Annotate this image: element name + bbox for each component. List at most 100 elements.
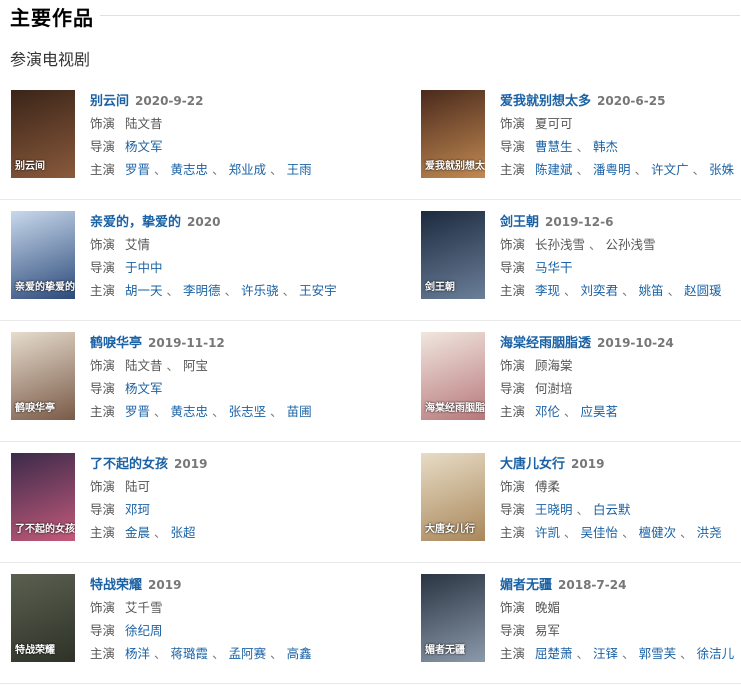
work-title-link[interactable]: 鹤唳华亭 bbox=[90, 336, 142, 351]
person-link[interactable]: 应昊茗 bbox=[581, 404, 619, 419]
work-poster[interactable]: 大唐女儿行 bbox=[421, 453, 485, 541]
name-separator: 、 bbox=[224, 283, 238, 298]
person-link[interactable]: 韩杰 bbox=[593, 139, 618, 154]
person-link[interactable]: 于中中 bbox=[125, 260, 163, 275]
person-link[interactable]: 蒋璐霞 bbox=[171, 646, 209, 661]
field-label: 饰演 bbox=[90, 479, 116, 494]
person-link[interactable]: 杨文军 bbox=[125, 381, 163, 396]
person-link[interactable]: 吴佳怡 bbox=[581, 525, 619, 540]
work-title-link[interactable]: 亲爱的，挚爱的 bbox=[90, 215, 181, 230]
person-link[interactable]: 王安宇 bbox=[299, 283, 337, 298]
work-title-link[interactable]: 特战荣耀 bbox=[90, 578, 142, 593]
person-link[interactable]: 陈建斌 bbox=[535, 162, 573, 177]
work-title-link[interactable]: 媚者无疆 bbox=[500, 578, 552, 593]
role-line: 饰演 晚媚 bbox=[500, 596, 734, 619]
cast-line: 主演 罗晋、黄志忠、张志坚、苗圃 bbox=[90, 400, 312, 423]
person-link[interactable]: 马华干 bbox=[535, 260, 573, 275]
field-label: 主演 bbox=[500, 646, 526, 661]
field-label: 饰演 bbox=[500, 237, 526, 252]
work-title-link[interactable]: 爱我就别想太多 bbox=[500, 94, 591, 109]
person-link[interactable]: 张超 bbox=[171, 525, 196, 540]
work-poster[interactable]: 海棠经雨胭脂透 bbox=[421, 332, 485, 420]
cast-line: 主演 胡一天、李明德、许乐骁、王安宇 bbox=[90, 279, 337, 302]
name-separator: 、 bbox=[622, 283, 635, 298]
person-link[interactable]: 姚笛 bbox=[639, 283, 664, 298]
work-poster[interactable]: 特战荣耀 bbox=[11, 574, 75, 662]
work-title-line: 媚者无疆 2018-7-24 bbox=[500, 573, 734, 596]
person-link[interactable]: 黄志忠 bbox=[171, 162, 209, 177]
director-line: 导演 杨文军 bbox=[90, 377, 312, 400]
person-link[interactable]: 孟阿赛 bbox=[229, 646, 267, 661]
person-link[interactable]: 曹慧生 bbox=[535, 139, 573, 154]
cast-line: 主演 金晨、张超 bbox=[90, 521, 207, 544]
work-poster[interactable]: 鹤唳华亭 bbox=[11, 332, 75, 420]
work-title-line: 剑王朝 2019-12-6 bbox=[500, 210, 722, 233]
person-link[interactable]: 高鑫 bbox=[287, 646, 312, 661]
work-date: 2019-12-6 bbox=[545, 215, 614, 229]
work-item: 亲爱的挚爱的 亲爱的，挚爱的 2020 饰演 艾情 导演 于中中 主演 胡一天、李明德、许乐骁、… bbox=[11, 211, 406, 311]
field-label: 饰演 bbox=[90, 358, 116, 373]
person-link[interactable]: 屈楚萧 bbox=[535, 646, 573, 661]
person-link[interactable]: 刘奕君 bbox=[581, 283, 619, 298]
work-title-link[interactable]: 剑王朝 bbox=[500, 215, 539, 230]
name-separator: 、 bbox=[154, 162, 167, 177]
director-line: 导演 于中中 bbox=[90, 256, 337, 279]
person-link[interactable]: 杨文军 bbox=[125, 139, 163, 154]
person-link[interactable]: 潘粤明 bbox=[593, 162, 631, 177]
person-link[interactable]: 汪铎 bbox=[593, 646, 618, 661]
person-link[interactable]: 胡一天 bbox=[125, 283, 163, 298]
person-link[interactable]: 檀健次 bbox=[639, 525, 677, 540]
work-poster[interactable]: 别云间 bbox=[11, 90, 75, 178]
person-link[interactable]: 杨洋 bbox=[125, 646, 150, 661]
work-title-link[interactable]: 了不起的女孩 bbox=[90, 457, 168, 472]
work-item: 了不起的女孩 了不起的女孩 2019 饰演 陆可 导演 邓珂 主演 金晨、张超 bbox=[11, 453, 406, 553]
person-link[interactable]: 郭雪芙 bbox=[639, 646, 677, 661]
work-poster[interactable]: 爱我就别想太多 bbox=[421, 90, 485, 178]
work-poster[interactable]: 亲爱的挚爱的 bbox=[11, 211, 75, 299]
director-line: 导演 邓珂 bbox=[90, 498, 207, 521]
work-item: 特战荣耀 特战荣耀 2019 饰演 艾千雪 导演 徐纪周 主演 杨洋、蒋璐霞、孟阿赛、高鑫 bbox=[11, 574, 406, 674]
poster-caption: 海棠经雨胭脂透 bbox=[425, 403, 485, 414]
person-link[interactable]: 罗晋 bbox=[125, 162, 150, 177]
work-item: 剑王朝 剑王朝 2019-12-6 饰演 长孙浅雪、公孙浅雪 导演 马华干 主演 李现、刘奕君、… bbox=[421, 211, 741, 311]
name-separator: 、 bbox=[622, 646, 635, 661]
person-link[interactable]: 黄志忠 bbox=[171, 404, 209, 419]
person-link[interactable]: 徐纪周 bbox=[125, 623, 163, 638]
work-title-link[interactable]: 别云间 bbox=[90, 94, 129, 109]
person-link[interactable]: 罗晋 bbox=[125, 404, 150, 419]
person-link[interactable]: 许文广 bbox=[651, 162, 689, 177]
section-header: 主要作品 bbox=[0, 0, 741, 30]
person-link[interactable]: 洪尧 bbox=[697, 525, 722, 540]
poster-caption: 媚者无疆 bbox=[425, 645, 465, 656]
work-poster[interactable]: 剑王朝 bbox=[421, 211, 485, 299]
person-link[interactable]: 邓珂 bbox=[125, 502, 150, 517]
work-poster[interactable]: 媚者无疆 bbox=[421, 574, 485, 662]
person-link[interactable]: 许凯 bbox=[535, 525, 560, 540]
person-link[interactable]: 王晓明 bbox=[535, 502, 573, 517]
person-link[interactable]: 李现 bbox=[535, 283, 560, 298]
person-link[interactable]: 许乐骁 bbox=[241, 283, 279, 298]
person-link[interactable]: 邓伦 bbox=[535, 404, 560, 419]
work-info: 鹤唳华亭 2019-11-12 饰演 陆文昔、阿宝 导演 杨文军 主演 罗晋、黄志忠、张志坚、… bbox=[90, 332, 312, 423]
work-info: 别云间 2020-9-22 饰演 陆文昔 导演 杨文军 主演 罗晋、黄志忠、郑业成、王雨 bbox=[90, 90, 312, 181]
person-link[interactable]: 张志坚 bbox=[229, 404, 267, 419]
field-label: 导演 bbox=[500, 502, 526, 517]
person-link[interactable]: 赵圆瑗 bbox=[684, 283, 722, 298]
section-title: 主要作品 bbox=[10, 6, 94, 30]
work-title-link[interactable]: 大唐儿女行 bbox=[500, 457, 565, 472]
person-link[interactable]: 苗圃 bbox=[287, 404, 312, 419]
person-link[interactable]: 李明德 bbox=[183, 283, 221, 298]
work-date: 2019 bbox=[148, 578, 182, 592]
person-link[interactable]: 郑业成 bbox=[229, 162, 267, 177]
person-link[interactable]: 王雨 bbox=[287, 162, 312, 177]
person-name: 晚媚 bbox=[535, 600, 561, 615]
name-separator: 、 bbox=[166, 358, 180, 373]
person-name: 艾情 bbox=[125, 237, 151, 252]
work-poster[interactable]: 了不起的女孩 bbox=[11, 453, 75, 541]
person-link[interactable]: 徐洁儿 bbox=[697, 646, 735, 661]
work-title-link[interactable]: 海棠经雨胭脂透 bbox=[500, 336, 591, 351]
person-link[interactable]: 金晨 bbox=[125, 525, 150, 540]
person-link[interactable]: 张姝 bbox=[709, 162, 734, 177]
person-link[interactable]: 白云默 bbox=[593, 502, 631, 517]
person-name: 长孙浅雪 bbox=[535, 237, 586, 252]
